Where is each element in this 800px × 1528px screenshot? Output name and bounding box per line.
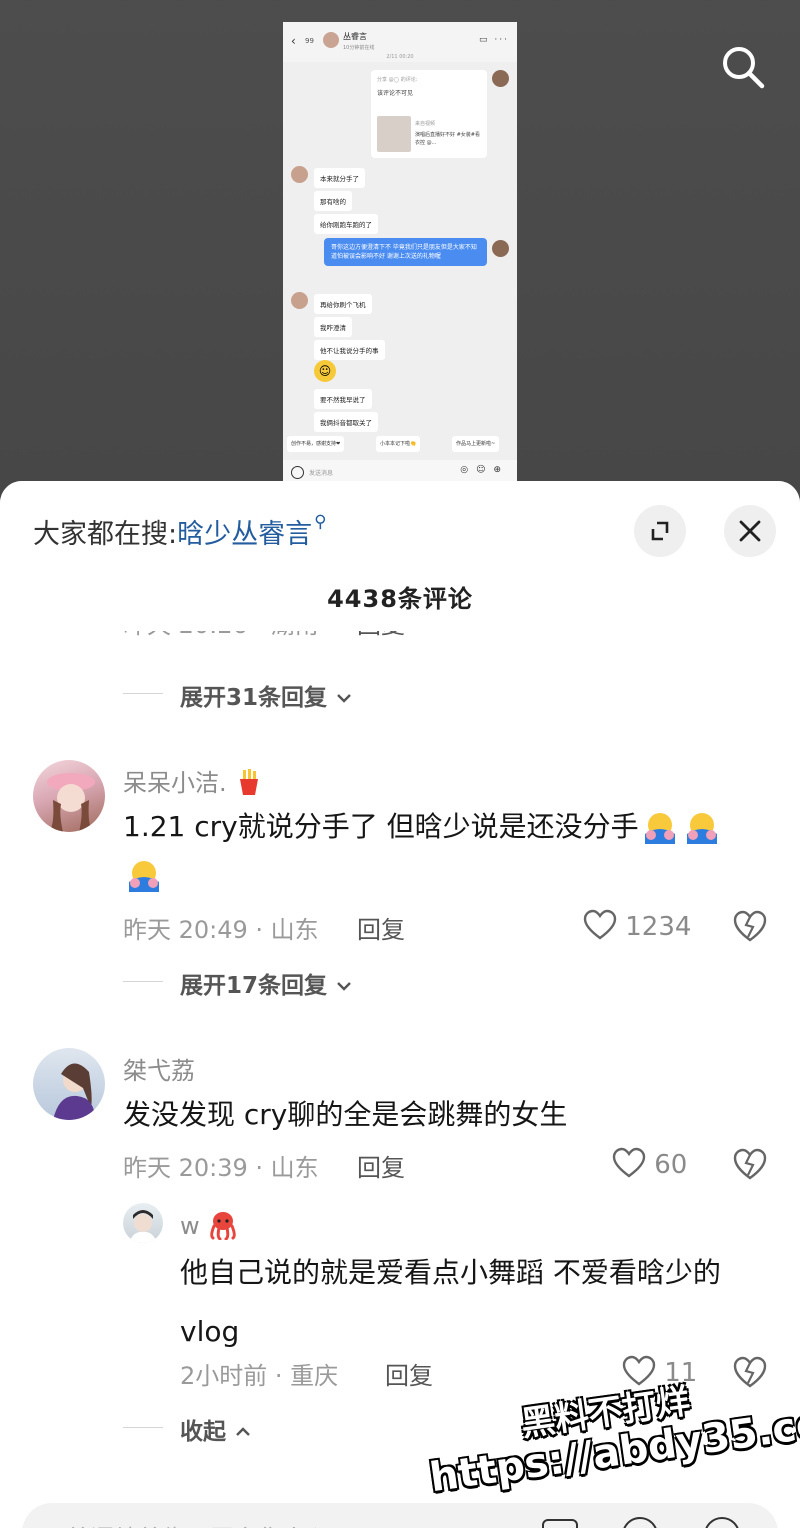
octopus-icon [210, 1212, 237, 1241]
hug-emoji-icon [683, 810, 721, 846]
contact-status: 10分钟前在线 [343, 45, 375, 51]
reply-button[interactable]: 回复 [357, 1148, 405, 1183]
reply-text: 他自己说的就是爱看点小舞蹈 不爱看晗少的 vlog [180, 1249, 780, 1356]
fries-icon [240, 769, 259, 795]
close-button[interactable] [724, 505, 776, 557]
dislike-icon[interactable] [733, 1147, 767, 1181]
close-icon [739, 520, 761, 542]
reply-button[interactable]: 回复 [385, 1356, 433, 1391]
shared-comment-card: 分享 @◯ 的评论: 该评论不可见 来自视频 演唱后直播好不好 #女装#看衣控 … [371, 70, 487, 158]
chat-bubble: 再给你刷个飞机 [314, 294, 372, 314]
trending-prefix: 大家都在搜: [33, 519, 178, 550]
heart-icon [583, 909, 617, 940]
chat-bubble-self: 哥你这边方便澄清下不 毕竟我们只是朋友但是大家不知道怕被误会影响不好 谢谢上次送… [324, 238, 487, 266]
expand-replies-label: 展开17条回复 [180, 973, 328, 999]
like-count: 1234 [625, 912, 692, 942]
contact-avatar-msg [291, 292, 308, 309]
chevron-down-icon [337, 694, 351, 703]
video-thumbnail [377, 116, 411, 152]
hug-emoji-icon [125, 858, 163, 894]
reply-nickname[interactable]: w [180, 1210, 239, 1241]
dislike-icon[interactable] [733, 909, 767, 943]
avatar[interactable] [33, 1048, 105, 1120]
comment-text: 1.21 cry就说分手了 但晗少说是还没分手 [123, 803, 763, 899]
reply-text-line: 他自己说的就是爱看点小舞蹈 不爱看晗少的 [180, 1256, 721, 1289]
card-body: 该评论不可见 [377, 90, 414, 97]
expand-replies-button[interactable]: 展开31条回复 [180, 678, 353, 712]
card-header: 分享 @◯ 的评论: [377, 77, 418, 83]
avatar[interactable] [123, 1203, 163, 1243]
quick-chip: 作品马上更新啦~ [452, 436, 500, 452]
chat-header: ‹ 99 丛睿言 10分钟前在线 ▭ ··· 2/11 00:20 [283, 22, 517, 62]
expand-divider [123, 981, 163, 982]
comment-nickname[interactable]: 呆呆小洁. [123, 763, 264, 798]
chat-timestamp: 2/11 00:20 [386, 54, 414, 60]
chat-bubble: 我俩抖音都取关了 [314, 412, 378, 432]
chat-input-placeholder: 发送消息 [309, 470, 334, 477]
comment-count: 4438条评论 [327, 585, 473, 613]
like-button[interactable]: 60 [612, 1147, 687, 1180]
chevron-down-icon [337, 982, 351, 991]
video-player[interactable]: ‹ 99 丛睿言 10分钟前在线 ▭ ··· 2/11 00:20 分享 @◯ … [0, 0, 800, 500]
chat-bubble: 要不然我早说了 [314, 389, 372, 409]
card-video-label: 来自视频 [415, 121, 436, 127]
like-count: 60 [654, 1150, 688, 1180]
expand-replies-label: 展开31条回复 [180, 685, 328, 711]
input-tool-icons: ◎☺⊕ [460, 465, 509, 475]
search-small-icon: ⚲ [314, 512, 327, 532]
reply-button[interactable]: 回复 [357, 910, 405, 945]
expand-icon [651, 521, 669, 541]
contact-name: 丛睿言 [343, 32, 367, 41]
comment-time: 昨天 20:49 · 山东 [123, 916, 319, 944]
heart-icon [612, 1147, 646, 1178]
chat-bubble: 我咋澄清 [314, 317, 352, 337]
emoji-icon[interactable] [704, 1517, 740, 1528]
smile-emoji: ☺ [314, 360, 336, 382]
collapse-divider [123, 1427, 163, 1428]
expand-divider [123, 693, 163, 694]
trending-search[interactable]: 大家都在搜:晗少丛睿言 ⚲ [33, 512, 327, 551]
nickname-text: w [180, 1212, 200, 1240]
card-video-title: 演唱后直播好不好 #女装#看衣控 @... [415, 132, 480, 146]
comment-text-body: 1.21 cry就说分手了 但晗少说是还没分手 [123, 810, 639, 843]
sheet-header: 大家都在搜:晗少丛睿言 ⚲ 4438条评论 [0, 481, 800, 631]
back-icon: ‹ [291, 34, 296, 48]
dislike-icon[interactable] [733, 1355, 767, 1389]
contact-avatar-msg [291, 166, 308, 183]
chat-bubble: 本来就分手了 [314, 168, 365, 188]
expand-replies-button[interactable]: 展开17条回复 [180, 966, 353, 1000]
quick-chip: 小本本记下啦👏 [376, 436, 421, 452]
reply-time: 2小时前 · 重庆 [180, 1362, 339, 1390]
image-icon[interactable] [542, 1519, 578, 1528]
unread-count: 99 [305, 37, 314, 45]
comment-text: 发没发现 cry聊的全是会跳舞的女生 [123, 1098, 568, 1131]
self-avatar [492, 240, 509, 257]
comment-input-placeholder: 善语结善缘，恶言伤人心 [66, 1519, 330, 1528]
chat-bubble: 给你刚跑车跑的了 [314, 214, 378, 234]
avatar[interactable] [33, 760, 105, 832]
nickname-text: 呆呆小洁. [123, 769, 227, 797]
comment-input[interactable]: 善语结善缘，恶言伤人心 [22, 1503, 778, 1528]
quick-chip: 创作不易，感谢支持❤ [287, 436, 345, 452]
self-avatar [492, 70, 509, 87]
hug-emoji-icon [641, 810, 679, 846]
like-button[interactable]: 1234 [583, 909, 691, 942]
camera-icon [291, 466, 304, 479]
chevron-up-icon [236, 1427, 250, 1436]
chat-screenshot: ‹ 99 丛睿言 10分钟前在线 ▭ ··· 2/11 00:20 分享 @◯ … [283, 22, 517, 484]
trending-keyword[interactable]: 晗少丛睿言 [177, 519, 312, 550]
search-icon[interactable] [718, 42, 768, 92]
chat-bubble: 他不让我说分手的事 [314, 340, 385, 360]
collapse-replies-button[interactable]: 收起 [180, 1412, 252, 1446]
more-icon: ▭ ··· [479, 35, 509, 45]
at-icon[interactable] [622, 1517, 658, 1528]
expand-sheet-button[interactable] [634, 505, 686, 557]
chat-bubble: 那有啥的 [314, 191, 352, 211]
collapse-label: 收起 [180, 1419, 226, 1445]
comment-time: 昨天 20:39 · 山东 [123, 1154, 319, 1182]
contact-avatar [323, 32, 339, 48]
comment-nickname[interactable]: 桀弋荔 [123, 1051, 195, 1086]
comment-sheet: 大家都在搜:晗少丛睿言⚲ 4438条评论 昨天 20:26 · 湖南 回复 ♡ … [0, 481, 800, 1528]
reply-text-line: vlog [180, 1315, 240, 1348]
